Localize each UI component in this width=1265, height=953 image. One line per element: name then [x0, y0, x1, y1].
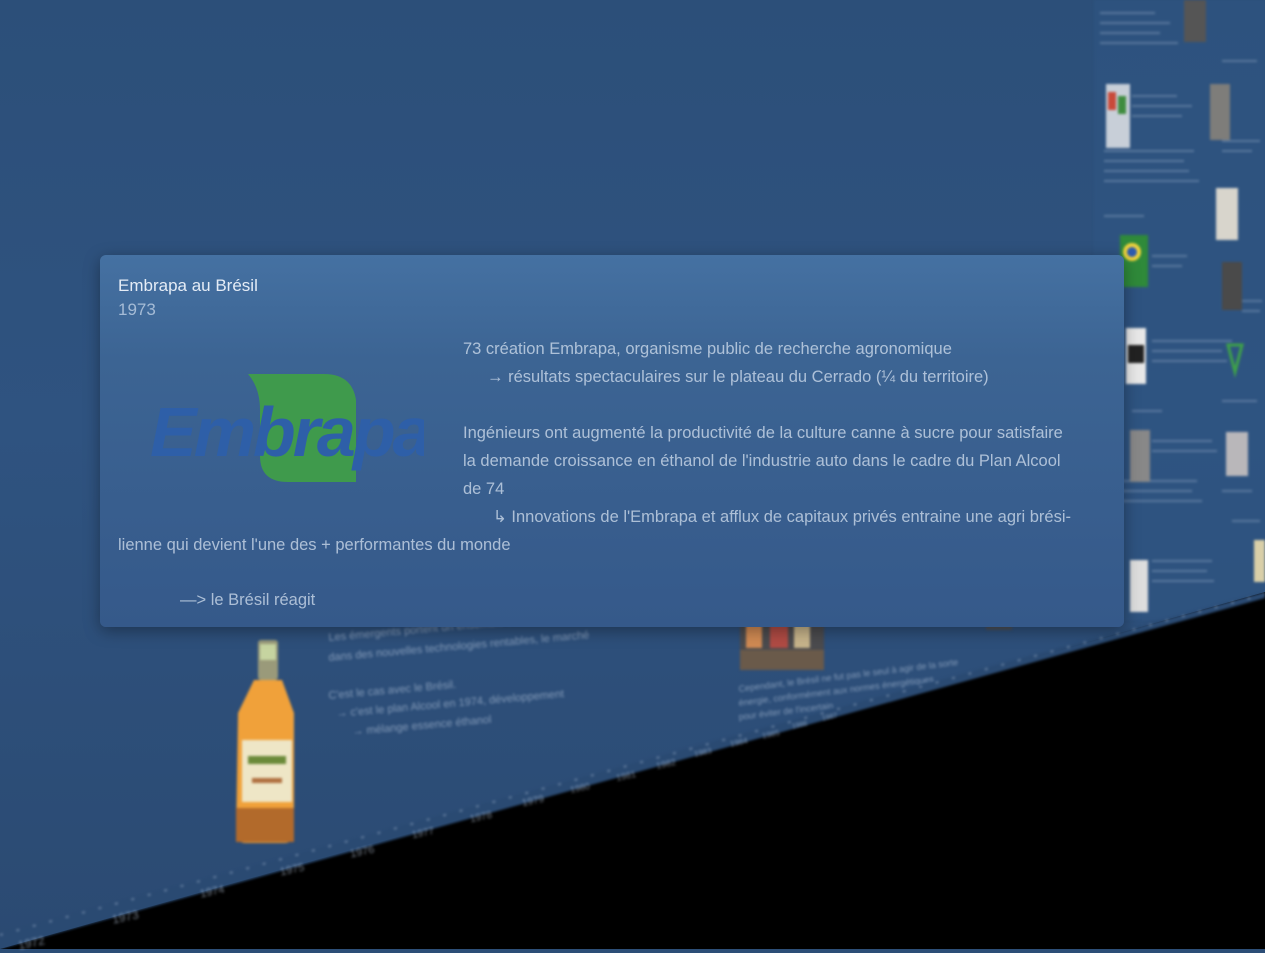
description-line-4: la demande croissance en éthanol de l'in… — [463, 452, 1061, 470]
description-line-1: 73 création Embrapa, organisme public de… — [463, 340, 952, 358]
description-line-8: —> le Brésil réagit — [180, 591, 316, 609]
embrapa-logo: Embrapa — [150, 374, 424, 482]
description-line-6: ↳ Innovations de l'Embrapa et afflux de … — [493, 508, 1071, 526]
logo-wordmark: Embrapa — [150, 393, 424, 471]
event-year: 1973 — [118, 300, 156, 319]
description-line-5: de 74 — [463, 480, 505, 498]
description-line-7: lienne qui devient l'une des + performan… — [118, 536, 511, 554]
timeline-viewport[interactable]: Les émergents portent un ensemble de nou… — [0, 0, 1265, 953]
event-card-embrapa[interactable]: Embrapa au Brésil 1973 Embrapa 73 créati… — [100, 255, 1124, 627]
event-title: Embrapa au Brésil — [118, 276, 258, 295]
description-line-2: → résultats spectaculaires sur le platea… — [487, 368, 989, 386]
description-line-3: Ingénieurs ont augmenté la productivité … — [463, 424, 1063, 442]
